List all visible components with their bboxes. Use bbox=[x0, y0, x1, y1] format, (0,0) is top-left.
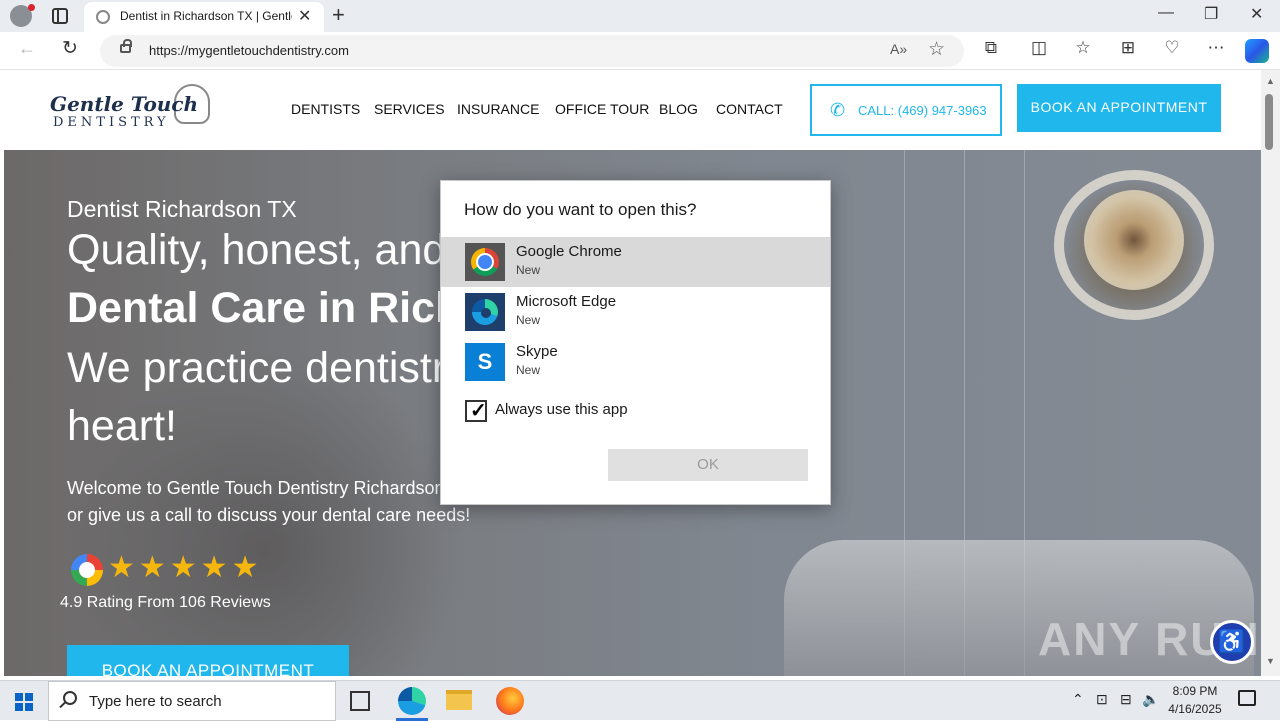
address-bar[interactable]: https://mygentletouchdentistry.com A» ☆ bbox=[100, 35, 964, 67]
dialog-title: How do you want to open this? bbox=[464, 200, 697, 219]
tray-device-icon[interactable]: ⊡ bbox=[1096, 691, 1108, 708]
collections-icon[interactable]: ⊞ bbox=[1116, 38, 1140, 58]
logo-main-text: Gentle Touch bbox=[50, 92, 199, 116]
call-button[interactable]: ✆ CALL: (469) 947-3963 bbox=[810, 84, 1002, 136]
new-tab-icon[interactable]: + bbox=[332, 2, 345, 28]
checkmark-icon: ✓ bbox=[470, 400, 487, 422]
back-arrow-icon[interactable]: ← bbox=[18, 38, 36, 59]
scroll-up-arrow-icon[interactable]: ▲ bbox=[1266, 76, 1275, 86]
skype-letter: S bbox=[477, 349, 493, 374]
close-tab-icon[interactable]: ✕ bbox=[298, 6, 311, 26]
hero-subtitle: Dentist Richardson TX bbox=[67, 196, 297, 222]
clock-time[interactable]: 8:09 PM bbox=[1160, 684, 1230, 698]
skype-icon: S bbox=[465, 343, 505, 381]
google-logo-icon bbox=[71, 554, 103, 586]
site-header: Gentle Touch DENTISTRY DENTISTS SERVICES… bbox=[4, 70, 1261, 150]
windows-taskbar: Type here to search ⌃ ⊡ ⊟ 🔈 8:09 PM 4/16… bbox=[0, 680, 1280, 721]
page-scrollbar[interactable]: ▲ ▼ bbox=[1261, 70, 1280, 676]
browser-tab-active[interactable]: Dentist in Richardson TX | Gentle Touch … bbox=[84, 2, 324, 32]
taskbar-search-box[interactable]: Type here to search bbox=[48, 681, 336, 721]
lock-icon[interactable] bbox=[120, 39, 132, 53]
split-screen-icon[interactable]: ◫ bbox=[1027, 38, 1051, 58]
copilot-icon[interactable] bbox=[1245, 39, 1269, 63]
tab-title: Dentist in Richardson TX | Gentle Touch … bbox=[120, 9, 292, 23]
url-text[interactable]: https://mygentletouchdentistry.com bbox=[149, 43, 349, 58]
call-button-label: CALL: (469) 947-3963 bbox=[858, 103, 987, 118]
clock-date[interactable]: 4/16/2025 bbox=[1160, 702, 1230, 716]
restore-icon[interactable]: ❐ bbox=[1204, 4, 1218, 24]
favorites-icon[interactable]: ☆ bbox=[1071, 38, 1095, 58]
network-icon[interactable]: ⊟ bbox=[1120, 691, 1132, 708]
always-use-checkbox[interactable]: ✓ bbox=[465, 400, 487, 422]
nav-office-tour[interactable]: OFFICE TOUR bbox=[555, 101, 649, 117]
hero-headline-1: Quality, honest, and bbox=[67, 226, 447, 274]
firefox-icon[interactable] bbox=[496, 687, 524, 715]
browser-tab-strip: Dentist in Richardson TX | Gentle Touch … bbox=[0, 0, 1280, 32]
windows-start-icon[interactable] bbox=[15, 693, 33, 711]
scroll-thumb[interactable] bbox=[1265, 94, 1273, 150]
nav-insurance[interactable]: INSURANCE bbox=[457, 101, 539, 117]
rating-stars: ★★★★★ bbox=[108, 551, 263, 584]
rating-text: 4.9 Rating From 106 Reviews bbox=[60, 594, 271, 611]
nav-blog[interactable]: BLOG bbox=[659, 101, 698, 117]
tab-actions-icon[interactable] bbox=[52, 8, 68, 24]
more-menu-icon[interactable]: ⋯ bbox=[1204, 38, 1228, 58]
close-window-icon[interactable]: ✕ bbox=[1250, 4, 1263, 24]
dental-lamp-light bbox=[1084, 190, 1184, 290]
chrome-icon bbox=[465, 243, 505, 281]
app-tag: New bbox=[516, 363, 541, 377]
ok-button[interactable]: OK bbox=[608, 449, 808, 481]
book-appointment-button[interactable]: BOOK AN APPOINTMENT bbox=[1017, 84, 1221, 132]
browser-essentials-icon[interactable]: ♡ bbox=[1160, 38, 1184, 58]
hero-headline-4: heart! bbox=[67, 402, 177, 450]
logo-sub-text: DENTISTRY bbox=[53, 115, 170, 130]
site-logo[interactable]: Gentle Touch DENTISTRY bbox=[50, 84, 220, 136]
edge-taskbar-icon[interactable] bbox=[398, 687, 426, 715]
search-icon bbox=[63, 691, 77, 705]
minimize-icon[interactable]: — bbox=[1158, 4, 1174, 22]
open-with-dialog: How do you want to open this? Google Chr… bbox=[440, 180, 831, 505]
read-aloud-icon[interactable]: A» bbox=[890, 41, 907, 57]
hero-book-appointment-button[interactable]: BOOK AN APPOINTMENT bbox=[67, 645, 349, 676]
nav-services[interactable]: SERVICES bbox=[374, 101, 445, 117]
favorite-star-icon[interactable]: ☆ bbox=[928, 38, 945, 61]
notifications-icon[interactable] bbox=[1238, 690, 1256, 706]
app-tag: New bbox=[516, 263, 541, 277]
file-explorer-icon[interactable] bbox=[446, 690, 472, 710]
app-option-google-chrome[interactable]: Google Chrome New bbox=[441, 237, 830, 287]
accessibility-icon[interactable]: ♿ bbox=[1210, 620, 1254, 664]
profile-notification-dot bbox=[28, 4, 35, 11]
extensions-icon[interactable]: ⧉ bbox=[979, 38, 1003, 58]
browser-toolbar: ← ↻ https://mygentletouchdentistry.com A… bbox=[0, 32, 1280, 70]
app-name: Skype bbox=[516, 343, 558, 360]
nav-dentists[interactable]: DENTISTS bbox=[291, 101, 360, 117]
reload-icon[interactable]: ↻ bbox=[62, 37, 78, 60]
volume-icon[interactable]: 🔈 bbox=[1142, 691, 1159, 708]
always-use-label[interactable]: Always use this app bbox=[495, 401, 628, 418]
loading-favicon-icon bbox=[96, 10, 110, 24]
edge-icon bbox=[465, 293, 505, 331]
app-option-microsoft-edge[interactable]: Microsoft Edge New bbox=[441, 287, 830, 337]
hero-welcome-line-2: or give us a call to discuss your dental… bbox=[67, 505, 471, 525]
app-tag: New bbox=[516, 313, 541, 327]
tray-chevron-up-icon[interactable]: ⌃ bbox=[1072, 691, 1084, 708]
taskbar-search-placeholder[interactable]: Type here to search bbox=[89, 693, 222, 710]
app-name: Google Chrome bbox=[516, 243, 622, 260]
app-option-skype[interactable]: S Skype New bbox=[441, 337, 830, 387]
app-name: Microsoft Edge bbox=[516, 293, 617, 310]
task-view-icon[interactable] bbox=[350, 691, 370, 711]
nav-contact[interactable]: CONTACT bbox=[716, 101, 783, 117]
scroll-down-arrow-icon[interactable]: ▼ bbox=[1266, 656, 1275, 666]
phone-icon: ✆ bbox=[830, 100, 846, 120]
